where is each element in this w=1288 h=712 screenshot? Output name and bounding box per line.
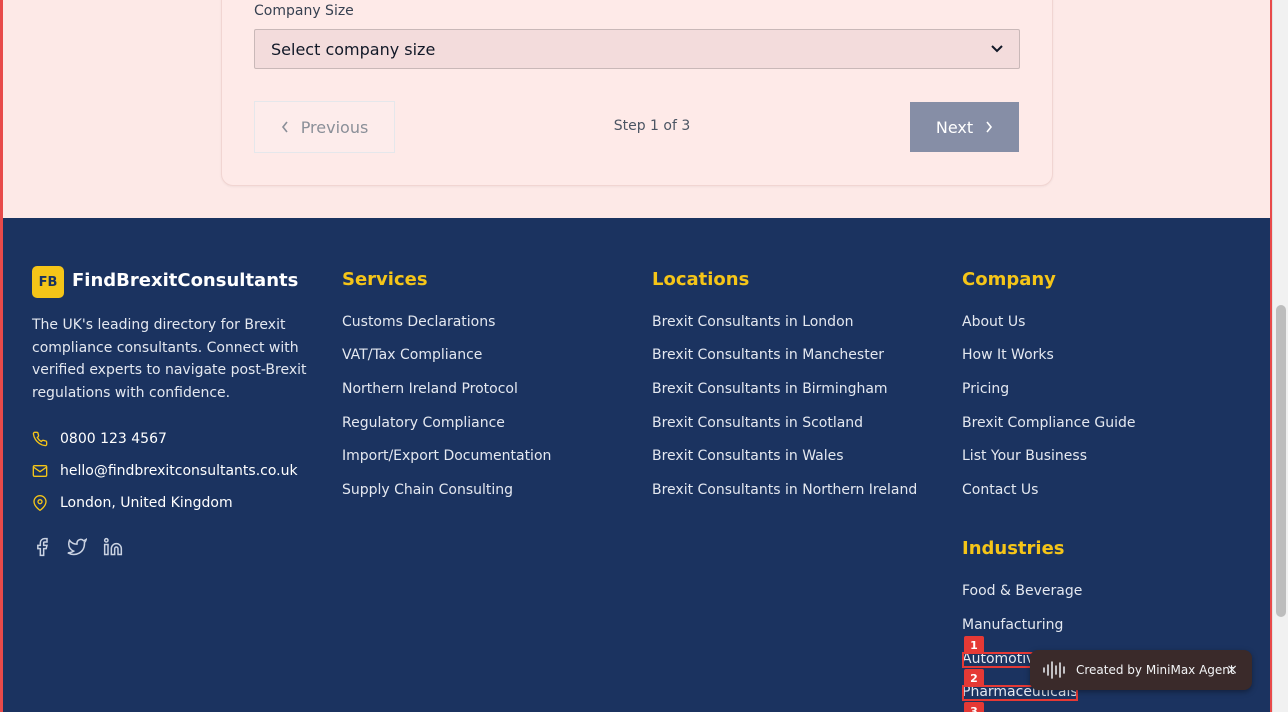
form-card [221, 0, 1053, 186]
annotation-number-3: 3 [964, 702, 984, 712]
services-heading: Services [342, 269, 428, 290]
locations-link-scotland[interactable]: Brexit Consultants in Scotland [652, 415, 863, 431]
scrollbar-thumb[interactable] [1276, 305, 1286, 617]
twitter-icon[interactable] [66, 536, 88, 558]
company-link-how-it-works[interactable]: How It Works [962, 347, 1054, 363]
logo-badge[interactable]: FB [32, 266, 64, 298]
previous-button-label: Previous [300, 117, 369, 137]
contact-email[interactable]: hello@findbrexitconsultants.co.uk [32, 461, 298, 481]
linkedin-icon[interactable] [102, 536, 124, 558]
locations-heading: Locations [652, 269, 750, 290]
next-button-label: Next [935, 117, 974, 137]
services-link-ni-protocol[interactable]: Northern Ireland Protocol [342, 381, 518, 397]
company-link-list-business[interactable]: List Your Business [962, 448, 1087, 464]
previous-button[interactable]: Previous [254, 101, 395, 153]
step-indicator: Step 1 of 3 [613, 118, 691, 134]
contact-location: London, United Kingdom [32, 493, 233, 513]
services-link-import-export[interactable]: Import/Export Documentation [342, 448, 551, 464]
company-link-about[interactable]: About Us [962, 314, 1025, 330]
footer-about-text: The UK's leading directory for Brexit co… [32, 317, 307, 402]
chevron-right-icon [985, 118, 993, 137]
next-button[interactable]: Next [910, 102, 1019, 152]
chevron-down-icon [991, 42, 1003, 56]
company-size-select[interactable]: Select company size [254, 29, 1020, 69]
page-scrollbar[interactable] [1272, 0, 1288, 712]
locations-link-wales[interactable]: Brexit Consultants in Wales [652, 448, 844, 464]
viewport-left-border [0, 0, 3, 712]
locations-link-london[interactable]: Brexit Consultants in London [652, 314, 854, 330]
locations-link-northern-ireland[interactable]: Brexit Consultants in Northern Ireland [652, 482, 917, 498]
facebook-icon[interactable] [31, 536, 53, 558]
toast-text: Created by MiniMax Agent [1076, 663, 1235, 677]
services-link-customs[interactable]: Customs Declarations [342, 314, 495, 330]
company-link-guide[interactable]: Brexit Compliance Guide [962, 415, 1136, 431]
company-size-select-value: Select company size [271, 39, 436, 59]
map-pin-icon [32, 495, 48, 511]
mail-icon [32, 463, 48, 479]
services-link-supply-chain[interactable]: Supply Chain Consulting [342, 482, 513, 498]
minimax-agent-toast: Created by MiniMax Agent × [1030, 650, 1252, 690]
contact-email-text: hello@findbrexitconsultants.co.uk [60, 463, 298, 479]
company-link-pricing[interactable]: Pricing [962, 381, 1009, 397]
locations-link-birmingham[interactable]: Brexit Consultants in Birmingham [652, 381, 888, 397]
industries-link-food[interactable]: Food & Beverage [962, 583, 1082, 599]
close-icon[interactable]: × [1226, 662, 1238, 678]
chevron-left-icon [281, 118, 289, 137]
locations-link-manchester[interactable]: Brexit Consultants in Manchester [652, 347, 884, 363]
phone-icon [32, 431, 48, 447]
services-link-regulatory[interactable]: Regulatory Compliance [342, 415, 505, 431]
contact-phone[interactable]: 0800 123 4567 [32, 429, 167, 449]
contact-location-text: London, United Kingdom [60, 495, 233, 511]
industries-link-manufacturing[interactable]: Manufacturing [962, 617, 1063, 633]
sound-wave-icon [1042, 660, 1068, 680]
viewport-right-border [1270, 0, 1272, 712]
company-link-contact[interactable]: Contact Us [962, 482, 1038, 498]
company-size-label: Company Size [254, 3, 354, 19]
industries-heading: Industries [962, 538, 1065, 559]
services-link-vat[interactable]: VAT/Tax Compliance [342, 347, 482, 363]
brand-name[interactable]: FindBrexitConsultants [72, 270, 298, 291]
company-heading: Company [962, 269, 1056, 290]
contact-phone-text: 0800 123 4567 [60, 431, 167, 447]
